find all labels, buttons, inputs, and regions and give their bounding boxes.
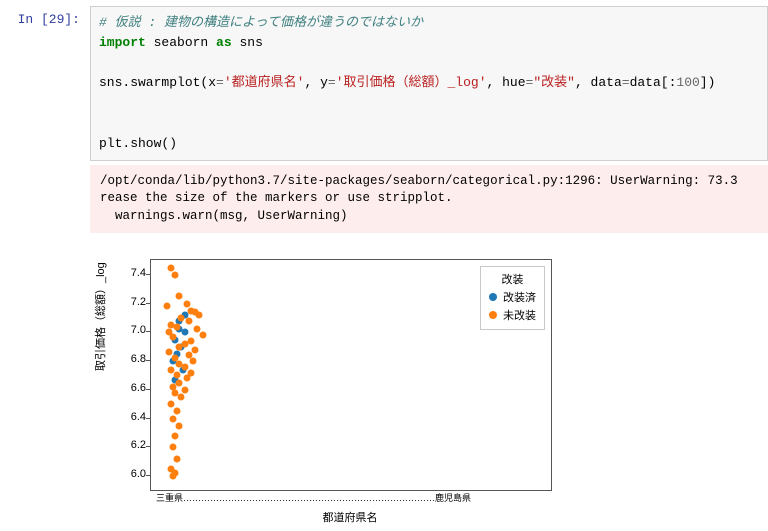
y-tick-label: 7.2 — [120, 297, 146, 308]
legend-swatch-icon — [489, 311, 497, 319]
x-ticks-blurred: 三重県…………………………………………………………………………鹿児島県 — [156, 491, 471, 504]
y-tick-label: 6.0 — [120, 469, 146, 480]
legend-label: 未改装 — [503, 307, 536, 323]
data-point — [176, 293, 183, 300]
data-point — [176, 343, 183, 350]
data-point — [176, 379, 183, 386]
plot-axes: 改装 改装済 未改装 — [150, 259, 552, 491]
data-point — [170, 415, 177, 422]
data-point — [182, 340, 189, 347]
data-point — [182, 386, 189, 393]
data-point — [176, 422, 183, 429]
y-tick-label: 7.4 — [120, 268, 146, 279]
y-tick-label: 6.6 — [120, 383, 146, 394]
plot-output: 改装 改装済 未改装 取引価格（総額）_log 都道府県名 三重県…………………… — [90, 251, 570, 531]
legend: 改装 改装済 未改装 — [480, 266, 545, 330]
data-point — [186, 317, 193, 324]
y-tick-label: 7.0 — [120, 325, 146, 336]
data-point — [174, 408, 181, 415]
kw-import: import — [99, 35, 146, 50]
data-point — [168, 264, 175, 271]
code-cell: In [29]: # 仮説 : 建物の構造によって価格が違うのではないか imp… — [0, 0, 768, 161]
data-point — [178, 394, 185, 401]
kw-as: as — [216, 35, 232, 50]
legend-title: 改装 — [489, 271, 536, 287]
y-axis-label: 取引価格（総額）_log — [92, 263, 108, 372]
legend-item-1: 未改装 — [489, 307, 536, 323]
data-point — [172, 271, 179, 278]
input-prompt: In [29]: — [0, 6, 90, 161]
y-tick-label: 6.2 — [120, 440, 146, 451]
data-point — [192, 346, 199, 353]
data-point — [172, 432, 179, 439]
legend-item-0: 改装済 — [489, 289, 536, 305]
y-tick-label: 6.4 — [120, 412, 146, 423]
data-point — [188, 337, 195, 344]
legend-label: 改装済 — [503, 289, 536, 305]
data-point — [184, 300, 191, 307]
data-point — [200, 332, 207, 339]
warning-output: /opt/conda/lib/python3.7/site-packages/s… — [90, 165, 768, 234]
data-point — [170, 333, 177, 340]
code-input[interactable]: # 仮説 : 建物の構造によって価格が違うのではないか import seabo… — [90, 6, 768, 161]
data-point — [168, 401, 175, 408]
data-point — [170, 444, 177, 451]
y-tick-label: 6.8 — [120, 354, 146, 365]
data-point — [174, 372, 181, 379]
data-point — [190, 358, 197, 365]
data-point — [196, 312, 203, 319]
data-point — [182, 329, 189, 336]
code-comment: # 仮説 : 建物の構造によって価格が違うのではないか — [99, 15, 423, 30]
data-point — [164, 303, 171, 310]
data-point — [174, 323, 181, 330]
legend-swatch-icon — [489, 293, 497, 301]
data-point — [170, 473, 177, 480]
x-axis-label: 都道府県名 — [150, 509, 550, 525]
data-point — [178, 314, 185, 321]
data-point — [184, 375, 191, 382]
data-point — [174, 455, 181, 462]
